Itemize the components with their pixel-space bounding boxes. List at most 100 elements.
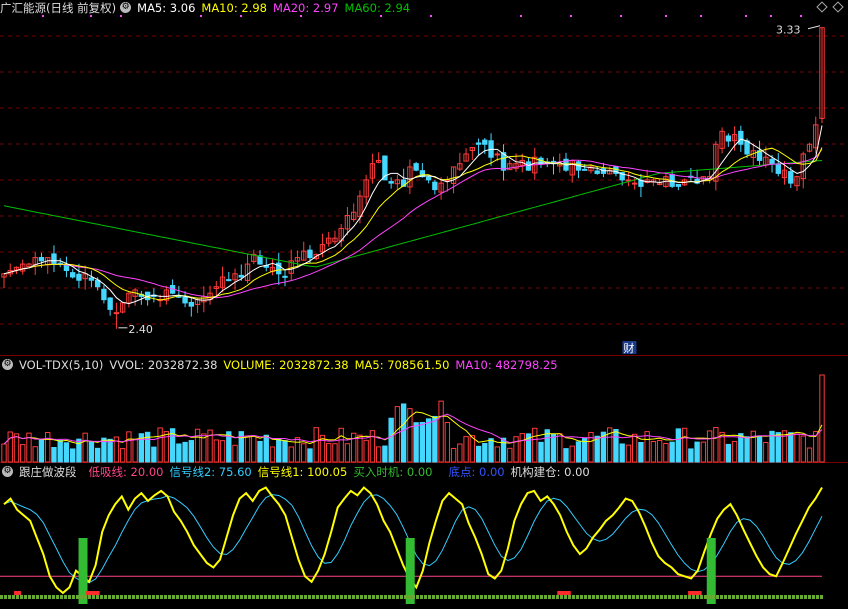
baseline-dot [464,595,467,599]
volume-bar [57,439,63,463]
baseline-dot [380,595,383,599]
baseline-dot [256,595,259,599]
baseline-dot [392,595,395,599]
volume-bar [700,441,707,463]
volume-bar [1,443,7,463]
volume-bar [94,447,101,463]
baseline-dot [568,595,571,599]
baseline-dot [456,595,459,599]
baseline-dot [416,595,419,599]
baseline-dot [608,595,611,599]
baseline-dot [680,595,683,599]
baseline-dot [784,595,787,599]
baseline-dot [12,595,15,599]
baseline-dot [272,595,275,599]
baseline-dot [76,595,79,599]
baseline-dot [604,595,607,599]
volume-bar [488,438,494,463]
volume-bar [756,436,763,463]
baseline-dot [648,595,651,599]
event-marker [430,15,432,17]
volume-bar [301,443,307,463]
baseline-dot [476,595,479,599]
volume-bar [45,431,51,463]
candle-body [101,288,107,301]
baseline-dot [672,595,675,599]
baseline-dot [460,595,463,599]
baseline-dot [148,595,151,599]
volume-bar [38,438,45,463]
bottom-marker [688,591,696,595]
baseline-dot [668,595,671,599]
ma60-line [3,160,823,268]
candle-body [482,139,488,145]
baseline-dot [540,595,543,599]
event-marker [120,15,122,17]
baseline-dot [500,595,503,599]
volume-bar [763,442,769,463]
baseline-dot [600,595,603,599]
baseline-dot [64,595,67,599]
baseline-dot [636,595,639,599]
bottom-marker [86,591,94,595]
baseline-dot [752,595,755,599]
baseline-dot [400,595,403,599]
baseline-dot [172,595,175,599]
buy-signal-bar [706,538,716,604]
candle-body [107,297,113,310]
baseline-dot [244,595,247,599]
baseline-dot [480,595,483,599]
baseline-dot [728,595,731,599]
baseline-dot [496,595,499,599]
volume-bar [413,422,419,463]
volume-bar [70,448,76,463]
volume-bar [538,441,544,463]
baseline-dot [228,595,231,599]
volume-bar [432,415,438,463]
baseline-dot [440,595,443,599]
baseline-dot [308,595,311,599]
candle-body [51,253,57,265]
volume-bar [126,431,132,463]
volume-bar [375,446,382,463]
baseline-dot [632,595,635,599]
baseline-dot [384,595,387,599]
baseline-dot [168,595,171,599]
chart-canvas[interactable]: 3.33 2.40 财 [0,0,848,609]
baseline-dot [504,595,507,599]
volume-bar [332,443,338,463]
baseline-dot [688,595,691,599]
baseline-dot [24,595,27,599]
baseline-dot [508,595,511,599]
baseline-dot [796,595,799,599]
baseline-dot [468,595,471,599]
baseline-dot [268,595,271,599]
baseline-dot [360,595,363,599]
baseline-dot [788,595,791,599]
baseline-dot [20,595,23,599]
baseline-dot [564,595,567,599]
baseline-dot [80,595,83,599]
baseline-dot [592,595,595,599]
volume-bar [13,433,20,463]
candle-body [38,257,45,262]
baseline-dot [644,595,647,599]
bottom-marker [92,591,100,595]
volume-bar [363,439,369,463]
volume-bar [7,431,13,463]
volume-bar [450,447,457,463]
volume-bar [706,430,713,463]
baseline-dot [684,595,687,599]
baseline-dot [4,595,7,599]
baseline-dot [376,595,379,599]
baseline-dot [288,595,291,599]
event-marker [300,15,302,17]
baseline-dot [428,595,431,599]
volume-bar [619,443,625,463]
volume-bar [338,427,344,463]
volume-bar [263,434,269,463]
volume-bar [532,427,538,463]
volume-bar [494,446,500,463]
volume-bar [382,445,388,463]
candle-body [63,264,70,272]
